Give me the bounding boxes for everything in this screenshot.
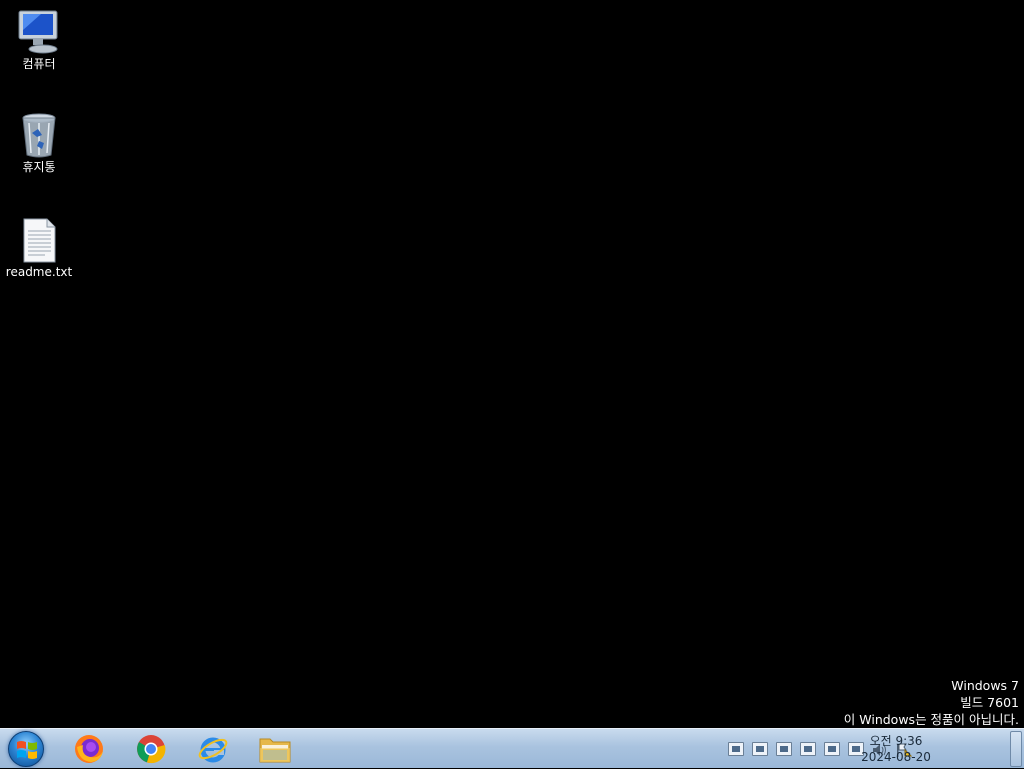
watermark-os-name: Windows 7 (951, 678, 1019, 693)
show-desktop-button[interactable] (1010, 731, 1022, 767)
clock-time: 오전 9:36 (869, 734, 923, 748)
network-icon[interactable] (728, 742, 744, 756)
activation-watermark: Windows 7 빌드 7601 이 Windows는 정품이 아닙니다. (844, 677, 1019, 728)
taskbar-clock[interactable]: 오전 9:36 2024-08-20 (856, 733, 936, 765)
network-icon[interactable] (824, 742, 840, 756)
internet-explorer-icon (198, 737, 228, 763)
watermark-genuine-notice: 이 Windows는 정품이 아닙니다. (843, 712, 1019, 727)
network-icon[interactable] (800, 742, 816, 756)
taskbar-app-file-explorer[interactable] (249, 731, 301, 767)
recycle-bin-icon (15, 111, 63, 159)
desktop-icon-label: readme.txt (5, 265, 73, 279)
taskbar-app-internet-explorer[interactable] (187, 731, 239, 767)
desktop-icon-recycle-bin[interactable]: 휴지통 (1, 111, 77, 175)
taskbar-app-firefox[interactable] (63, 731, 115, 767)
system-tray: 오전 9:36 2024-08-20 (724, 729, 1024, 769)
clock-date: 2024-08-20 (861, 750, 931, 764)
network-icon[interactable] (776, 742, 792, 756)
chrome-icon (137, 735, 166, 764)
desktop-icon-label: 휴지통 (22, 160, 56, 174)
computer-icon (15, 8, 63, 56)
watermark-build: 빌드 7601 (960, 695, 1019, 710)
firefox-icon (75, 735, 103, 763)
desktop-icon-label: 컴퓨터 (22, 57, 56, 71)
start-button[interactable] (8, 731, 44, 767)
folder-icon (259, 738, 291, 763)
windows-start-icon (17, 741, 37, 759)
desktop-icon-readme[interactable]: readme.txt (1, 216, 77, 280)
text-file-icon (15, 216, 63, 264)
taskbar: 오전 9:36 2024-08-20 (0, 728, 1024, 768)
desktop-icon-computer[interactable]: 컴퓨터 (1, 8, 77, 72)
network-icon[interactable] (752, 742, 768, 756)
taskbar-app-chrome[interactable] (125, 731, 177, 767)
